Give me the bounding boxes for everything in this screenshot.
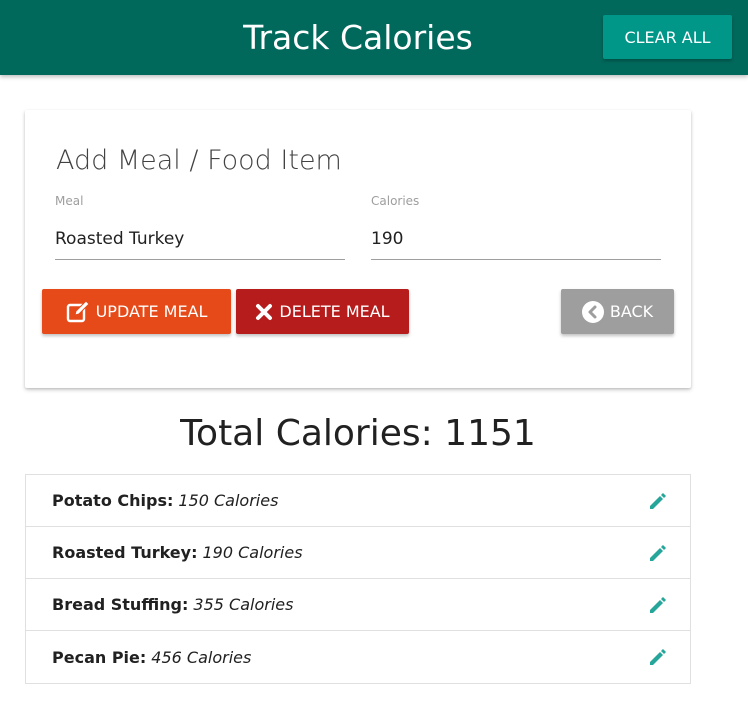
list-item: Bread Stuffing: 355 Calories <box>26 579 690 631</box>
pencil-icon[interactable] <box>648 543 668 563</box>
back-label: BACK <box>609 302 654 321</box>
navbar: Track Calories CLEAR ALL <box>0 0 748 75</box>
pencil-icon[interactable] <box>648 595 668 615</box>
clear-all-button[interactable]: CLEAR ALL <box>603 15 732 59</box>
pencil-icon[interactable] <box>648 647 668 667</box>
total-calories: Total Calories: 1151 <box>180 413 536 454</box>
list-item: Potato Chips: 150 Calories <box>26 475 690 527</box>
list-item: Roasted Turkey: 190 Calories <box>26 527 690 579</box>
delete-meal-button[interactable]: DELETE MEAL <box>236 289 409 334</box>
item-name: Roasted Turkey: <box>52 543 198 562</box>
item-name: Potato Chips: <box>52 491 174 510</box>
card-title: Add Meal / Food Item <box>56 145 342 176</box>
meal-list: Potato Chips: 150 Calories Roasted Turke… <box>25 474 691 684</box>
update-meal-label: UPDATE MEAL <box>95 302 208 321</box>
item-calories: 190 Calories <box>202 543 303 562</box>
calories-input[interactable] <box>371 218 661 260</box>
edit-square-icon <box>66 299 90 324</box>
add-meal-card: Add Meal / Food Item Meal Calories UPDAT… <box>25 110 691 388</box>
meal-field: Meal <box>55 194 345 262</box>
list-item: Pecan Pie: 456 Calories <box>26 631 690 683</box>
pencil-icon[interactable] <box>648 491 668 511</box>
delete-meal-label: DELETE MEAL <box>279 302 390 321</box>
chevron-left-circle-icon <box>581 300 604 323</box>
back-button[interactable]: BACK <box>561 289 674 334</box>
meal-input[interactable] <box>55 218 345 260</box>
item-calories: 150 Calories <box>178 491 279 510</box>
item-name: Bread Stuffing: <box>52 595 189 614</box>
update-meal-button[interactable]: UPDATE MEAL <box>42 289 231 334</box>
item-calories: 355 Calories <box>193 595 294 614</box>
item-name: Pecan Pie: <box>52 647 147 667</box>
close-icon <box>255 303 273 321</box>
calories-label: Calories <box>371 194 420 208</box>
meal-label: Meal <box>55 194 84 208</box>
calories-field: Calories <box>371 194 661 262</box>
item-calories: 456 Calories <box>151 647 252 667</box>
